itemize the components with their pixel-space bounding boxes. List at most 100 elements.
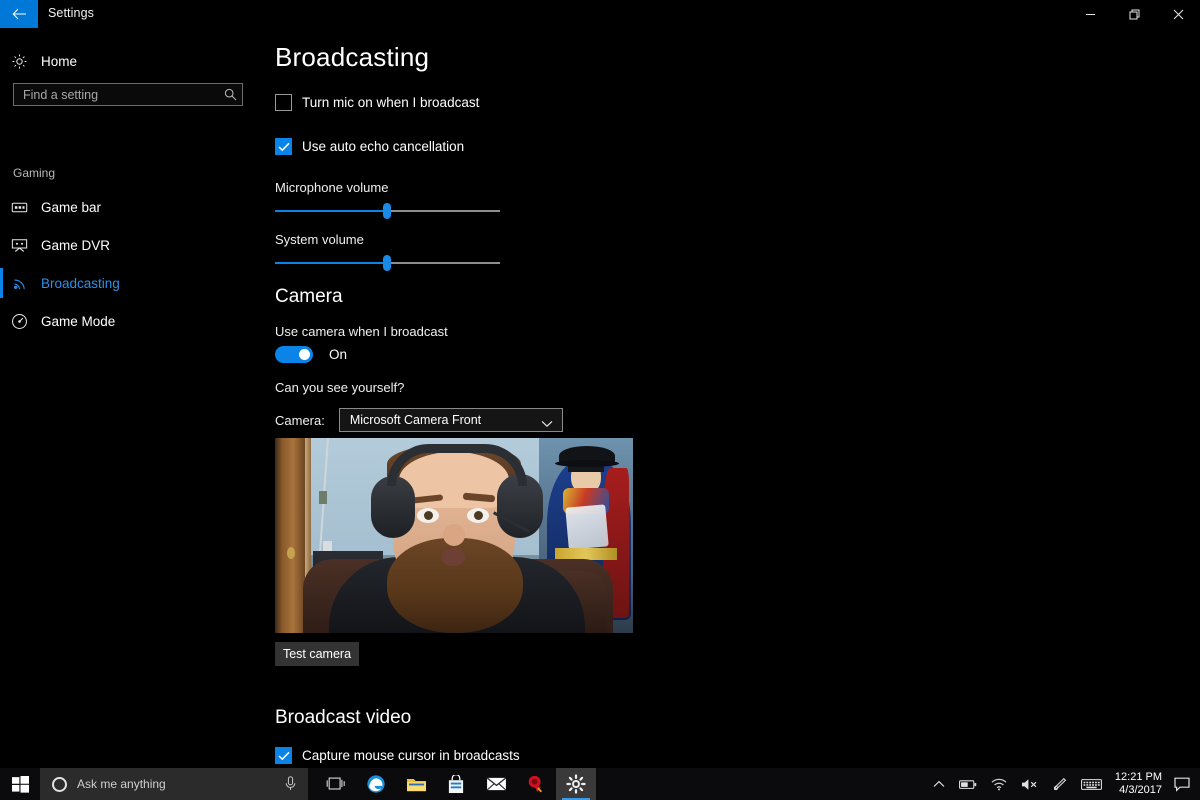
settings-window: Settings Home Find a setting Gaming Game… (0, 0, 1200, 800)
sidebar-item-broadcasting[interactable]: Broadcasting (0, 264, 258, 302)
sidebar-item-game-bar[interactable]: Game bar (0, 188, 258, 226)
camera-dropdown-value: Microsoft Camera Front (349, 413, 482, 427)
close-icon (1173, 9, 1183, 19)
cortana-search-box[interactable]: Ask me anything (40, 768, 308, 800)
pen-workspace-button[interactable] (1045, 768, 1074, 800)
notification-icon (1174, 777, 1190, 792)
slider-thumb[interactable] (383, 255, 391, 271)
back-button[interactable] (0, 0, 38, 28)
game-dvr-icon (11, 237, 37, 254)
sidebar-home-label: Home (41, 53, 78, 69)
sidebar-item-game-dvr[interactable]: Game DVR (0, 226, 258, 264)
settings-taskbar-button[interactable] (556, 768, 596, 800)
sidebar-item-label: Game Mode (41, 313, 116, 329)
clock-date: 4/3/2017 (1119, 784, 1162, 796)
search-icon (218, 88, 242, 101)
mail-button[interactable] (476, 768, 516, 800)
mic-on-label: Turn mic on when I broadcast (302, 95, 480, 110)
game-bar-icon (11, 199, 37, 216)
poster-badges (565, 504, 609, 550)
taskbar-app-icons (316, 768, 596, 800)
taskbar: Ask me anything 12:21 PM 4/3/2017 (0, 768, 1200, 800)
camera-select-row[interactable]: Camera: Microsoft Camera Front (275, 408, 563, 432)
preview-person-nose (443, 524, 465, 546)
keyboard-icon (1080, 778, 1102, 790)
preview-person-mouth (441, 548, 465, 566)
slider-thumb[interactable] (383, 203, 391, 219)
capture-cursor-label: Capture mouse cursor in broadcasts (302, 748, 520, 763)
preview-door (275, 438, 305, 633)
store-icon (448, 774, 464, 793)
task-view-button[interactable] (316, 768, 356, 800)
file-explorer-icon (406, 778, 426, 791)
use-camera-toggle-row[interactable]: On (275, 346, 347, 363)
search-box[interactable] (13, 83, 243, 106)
volume-button[interactable] (1014, 768, 1045, 800)
window-title: Settings (48, 6, 94, 20)
maximize-button[interactable] (1112, 0, 1156, 28)
start-button[interactable] (0, 768, 40, 800)
task-view-icon (326, 777, 345, 790)
sidebar: Home Gaming (0, 28, 258, 768)
sidebar-item-label: Game DVR (41, 237, 111, 253)
cortana-ring-icon (52, 776, 67, 792)
preview-outlet-upper (319, 490, 327, 504)
title-bar: Settings (0, 0, 1200, 28)
show-hidden-icons-button[interactable] (926, 768, 952, 800)
echo-cancellation-checkbox-row[interactable]: Use auto echo cancellation (275, 138, 464, 155)
system-volume-label: System volume (275, 232, 364, 247)
edge-browser-icon (367, 775, 385, 793)
speaker-muted-icon (1021, 778, 1037, 790)
gear-icon (566, 774, 586, 794)
search-input[interactable] (14, 87, 218, 102)
sidebar-group-label: Gaming (13, 166, 56, 180)
echo-cancellation-checkbox[interactable] (275, 138, 292, 155)
minimize-icon (1085, 13, 1095, 15)
test-camera-button[interactable]: Test camera (275, 642, 359, 666)
broadcast-video-section-title: Broadcast video (275, 707, 412, 728)
security-shield-button[interactable] (516, 768, 556, 800)
windows-start-icon (11, 775, 29, 793)
capture-cursor-checkbox-row[interactable]: Capture mouse cursor in broadcasts (275, 747, 520, 764)
sidebar-nav-list: Game bar Game DVR Broadcasting Game Mode (0, 188, 258, 340)
checkmark-icon (277, 751, 290, 760)
broadcasting-icon (11, 275, 37, 292)
game-mode-icon (11, 313, 37, 330)
network-button[interactable] (984, 768, 1014, 800)
system-volume-slider[interactable] (275, 255, 500, 271)
restore-icon (1129, 9, 1139, 19)
mic-on-checkbox[interactable] (275, 94, 292, 111)
touch-keyboard-button[interactable] (1074, 768, 1109, 800)
page-title: Broadcasting (275, 42, 430, 72)
microphone-volume-slider[interactable] (275, 203, 500, 219)
window-controls (1068, 0, 1200, 28)
see-yourself-label: Can you see yourself? (275, 380, 405, 395)
mic-on-checkbox-row[interactable]: Turn mic on when I broadcast (275, 94, 479, 111)
security-shield-icon (528, 775, 543, 793)
checkmark-icon (277, 142, 290, 151)
sidebar-item-label: Broadcasting (41, 275, 120, 291)
use-camera-toggle[interactable] (275, 346, 313, 363)
action-center-button[interactable] (1170, 768, 1200, 800)
close-button[interactable] (1156, 0, 1200, 28)
microsoft-store-button[interactable] (436, 768, 476, 800)
sidebar-item-home[interactable]: Home (0, 46, 258, 76)
main-content: Broadcasting Turn mic on when I broadcas… (258, 28, 1200, 768)
back-arrow-icon (12, 8, 26, 20)
camera-dropdown[interactable]: Microsoft Camera Front (338, 408, 563, 432)
sidebar-item-game-mode[interactable]: Game Mode (0, 302, 258, 340)
mail-icon (486, 777, 506, 791)
microphone-icon[interactable] (285, 776, 296, 796)
echo-cancellation-label: Use auto echo cancellation (302, 139, 465, 154)
battery-button[interactable] (952, 768, 984, 800)
toggle-knob (299, 349, 310, 360)
home-gear-icon (11, 53, 37, 70)
capture-cursor-checkbox[interactable] (275, 747, 292, 764)
test-camera-label: Test camera (282, 647, 352, 661)
minimize-button[interactable] (1068, 0, 1112, 28)
file-explorer-button[interactable] (396, 768, 436, 800)
preview-person-pupil-left (424, 511, 433, 520)
edge-browser-button[interactable] (356, 768, 396, 800)
taskbar-clock[interactable]: 12:21 PM 4/3/2017 (1109, 771, 1170, 796)
sidebar-item-label: Game bar (41, 199, 102, 215)
